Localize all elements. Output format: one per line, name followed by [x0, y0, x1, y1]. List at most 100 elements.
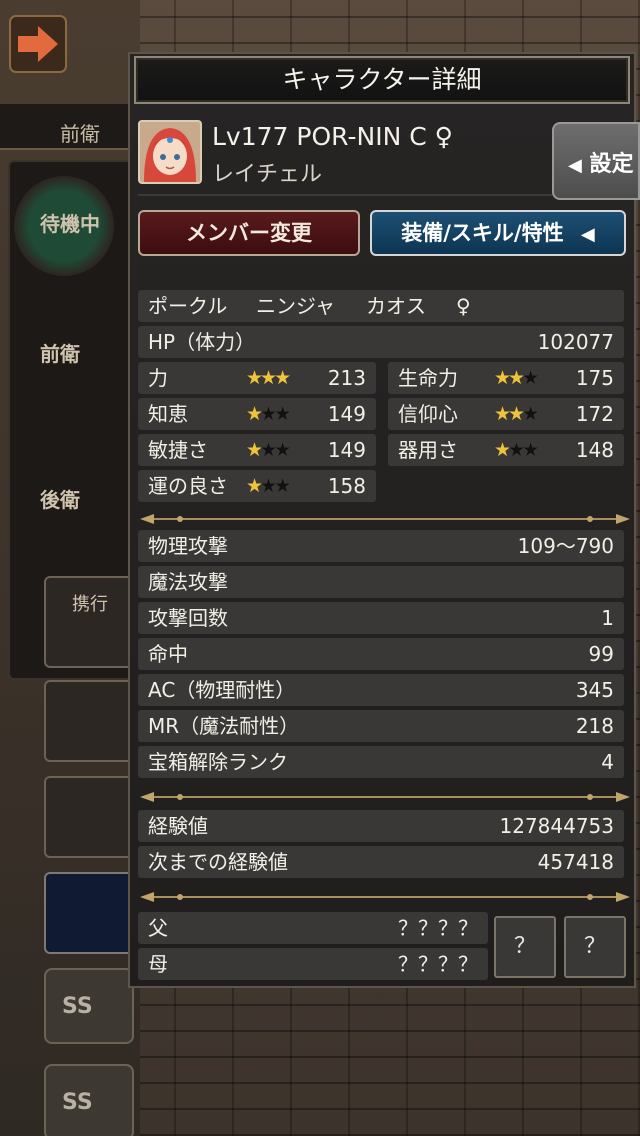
combat-row-physical-attack: 物理攻撃 109～790	[138, 530, 624, 562]
stat-label: 器用さ	[398, 438, 458, 462]
bg-front-label: 前衛	[40, 342, 80, 366]
stat-row: 力 ★★★ 213	[138, 362, 376, 394]
star-filled-icon: ★	[508, 403, 525, 425]
stat-row: 生命力 ★★★ 175	[388, 362, 624, 394]
character-level-class: Lv177 POR-NIN C ♀	[212, 122, 453, 151]
star-empty-icon: ★	[522, 439, 539, 461]
star-rating-icon: ★★★	[494, 362, 539, 394]
caret-left-icon: ◀	[568, 155, 582, 176]
stat-row: 敏捷さ ★★★ 149	[138, 434, 376, 466]
star-filled-icon: ★	[494, 439, 511, 461]
star-rating-icon: ★★★	[494, 434, 539, 466]
star-empty-icon: ★	[274, 439, 291, 461]
star-rating-icon: ★★★	[246, 362, 291, 394]
hp-row: HP（体力） 102077	[138, 326, 624, 358]
star-filled-icon: ★	[274, 367, 291, 389]
profile-gender: ♀	[456, 294, 471, 318]
bg-slot-3[interactable]	[44, 872, 134, 954]
hp-value: 102077	[537, 330, 614, 354]
character-name: レイチェル	[212, 162, 323, 187]
mother-row: 母 ？？？？	[138, 948, 488, 980]
settings-label: 設定	[589, 152, 634, 177]
bg-carry-slot[interactable]: 携行	[44, 576, 134, 668]
combat-label: 攻撃回数	[148, 606, 228, 630]
combat-row-mr: MR（魔法耐性） 218	[138, 710, 624, 742]
star-rating-icon: ★★★	[246, 434, 291, 466]
combat-value: 109～790	[517, 534, 614, 558]
stat-row: 運の良さ ★★★ 158	[138, 470, 376, 502]
ornament-divider	[140, 514, 630, 524]
mother-slot-button[interactable]: ？	[564, 916, 626, 978]
star-empty-icon: ★	[508, 439, 525, 461]
combat-row-magic-attack: 魔法攻撃	[138, 566, 624, 598]
stat-label: 運の良さ	[148, 474, 228, 498]
combat-value: 99	[588, 642, 614, 666]
caret-left-icon: ◀	[580, 224, 595, 245]
back-arrow-icon[interactable]	[8, 14, 68, 74]
bg-ss-badge-1[interactable]: SS	[44, 968, 134, 1044]
mother-value: ？？？？	[398, 952, 478, 976]
next-exp-label: 次までの経験値	[148, 850, 288, 874]
equip-skill-label: 装備/スキル/特性	[401, 221, 564, 245]
stat-value: 213	[327, 366, 366, 390]
stat-row: 知恵 ★★★ 149	[138, 398, 376, 430]
profile-row: ポークル ニンジャ カオス ♀	[138, 290, 624, 322]
bg-slot-2[interactable]	[44, 776, 134, 858]
star-filled-icon: ★	[246, 439, 263, 461]
star-rating-icon: ★★★	[246, 470, 291, 502]
profile-class: ニンジャ	[256, 294, 335, 318]
stat-label: 信仰心	[398, 402, 458, 426]
father-slot-button[interactable]: ？	[494, 916, 556, 978]
father-label: 父	[148, 916, 168, 940]
exp-row: 経験値 127844753	[138, 810, 624, 842]
stat-label: 生命力	[398, 366, 458, 390]
star-filled-icon: ★	[508, 367, 525, 389]
combat-value: 1	[601, 606, 614, 630]
stat-value: 148	[575, 438, 614, 462]
combat-value: 4	[601, 750, 614, 774]
combat-value: 345	[575, 678, 614, 702]
stat-label: 敏捷さ	[148, 438, 208, 462]
bg-ss-badge-2[interactable]: SS	[44, 1064, 134, 1136]
profile-alignment: カオス	[366, 294, 426, 318]
stat-value: 172	[575, 402, 614, 426]
ornament-divider	[140, 792, 630, 802]
stat-value: 149	[327, 438, 366, 462]
bg-tab-front[interactable]: 前衛	[0, 104, 140, 150]
father-row: 父 ？？？？	[138, 912, 488, 944]
stat-label: 力	[148, 366, 168, 390]
character-avatar	[138, 120, 202, 184]
stat-value: 149	[327, 402, 366, 426]
father-value: ？？？？	[398, 916, 478, 940]
star-empty-icon: ★	[274, 475, 291, 497]
mother-label: 母	[148, 952, 168, 976]
bg-back-label: 後衛	[40, 488, 80, 512]
equip-skill-button[interactable]: 装備/スキル/特性 ◀	[370, 210, 626, 256]
combat-row-attack-count: 攻撃回数 1	[138, 602, 624, 634]
bg-slot-1[interactable]	[44, 680, 134, 762]
star-filled-icon: ★	[494, 367, 511, 389]
star-rating-icon: ★★★	[494, 398, 539, 430]
star-filled-icon: ★	[246, 367, 263, 389]
exp-value: 127844753	[499, 814, 614, 838]
avatar-portrait-icon	[140, 122, 200, 182]
star-filled-icon: ★	[260, 367, 277, 389]
star-empty-icon: ★	[260, 403, 277, 425]
star-empty-icon: ★	[260, 439, 277, 461]
settings-button[interactable]: ◀ 設定	[552, 122, 640, 200]
combat-row-chest-rank: 宝箱解除ランク 4	[138, 746, 624, 778]
member-change-button[interactable]: メンバー変更	[138, 210, 360, 256]
bg-carry-label: 携行	[72, 594, 108, 615]
combat-label: AC（物理耐性）	[148, 678, 296, 702]
bg-standby-label: 待機中	[40, 212, 100, 236]
combat-value: 218	[575, 714, 614, 738]
stat-value: 158	[327, 474, 366, 498]
next-exp-value: 457418	[537, 850, 614, 874]
exp-label: 経験値	[148, 814, 208, 838]
combat-label: MR（魔法耐性）	[148, 714, 300, 738]
star-filled-icon: ★	[246, 475, 263, 497]
star-filled-icon: ★	[246, 403, 263, 425]
hp-label: HP（体力）	[148, 330, 256, 354]
star-empty-icon: ★	[274, 403, 291, 425]
ornament-divider	[140, 892, 630, 902]
